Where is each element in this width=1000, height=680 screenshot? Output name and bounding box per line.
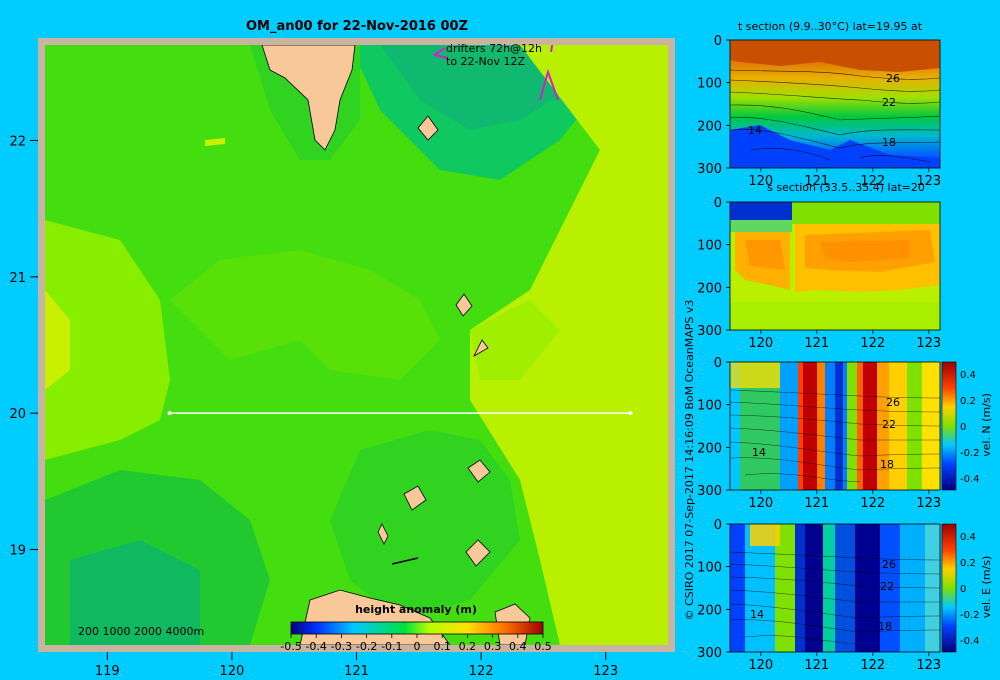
depth-tick-label: 100 bbox=[697, 77, 722, 92]
lat-tick-label: 21 bbox=[9, 271, 26, 286]
lon-tick-label: 123 bbox=[593, 664, 618, 679]
depth-tick-label: 100 bbox=[697, 561, 722, 576]
colorbar-tick-label: 0.4 bbox=[509, 640, 527, 653]
section-lon-tick-label: 121 bbox=[804, 658, 829, 673]
colorbar-tick-label: 0.3 bbox=[484, 640, 502, 653]
colorbar-tick-label: 0.5 bbox=[534, 640, 552, 653]
section-lon-tick-label: 120 bbox=[748, 496, 773, 511]
t-contour-label: 22 bbox=[882, 96, 896, 109]
lat-tick-label: 20 bbox=[9, 407, 26, 422]
colorbar-tick-label: 0 bbox=[414, 640, 421, 653]
depth-tick-label: 100 bbox=[697, 399, 722, 414]
t-section-panel: 26 22 14 18 bbox=[729, 39, 941, 169]
vel-n-colorbar bbox=[941, 361, 957, 491]
depth-tick-label: 0 bbox=[714, 518, 722, 533]
vn-contour-label: 22 bbox=[882, 418, 896, 431]
ve-contour-label: 14 bbox=[750, 608, 764, 621]
vel-tick-label: 0 bbox=[960, 584, 966, 595]
drifters-legend-line1: drifters 72h@12h bbox=[446, 42, 542, 55]
depth-tick-label: 200 bbox=[697, 281, 722, 296]
depth-tick-label: 200 bbox=[697, 603, 722, 618]
depth-tick-label: 300 bbox=[697, 324, 722, 339]
main-lat-axis: 22 21 20 19 bbox=[9, 134, 38, 559]
t-section-title: t section (9.9..30°C) lat=19.95 at bbox=[738, 20, 923, 33]
lon-tick-label: 120 bbox=[219, 664, 244, 679]
t-contour-label: 14 bbox=[748, 124, 762, 137]
main-lon-axis: 119 120 121 122 123 bbox=[95, 652, 618, 679]
section-lon-tick-label: 120 bbox=[748, 336, 773, 351]
section-lon-tick-label: 122 bbox=[860, 658, 885, 673]
lon-tick-label: 119 bbox=[95, 664, 120, 679]
lon-tick-label: 121 bbox=[344, 664, 369, 679]
s-section-title: s section (33.5..35.4) lat=20 bbox=[767, 181, 925, 194]
vel-n-panel: 26 22 14 18 bbox=[729, 361, 957, 491]
vn-contour-label: 14 bbox=[752, 446, 766, 459]
vel-tick-label: -0.2 bbox=[960, 448, 980, 459]
colorbar-tick-label: -0.2 bbox=[356, 640, 377, 653]
depth-tick-label: 0 bbox=[714, 356, 722, 371]
t-contour-label: 18 bbox=[882, 136, 896, 149]
vel-tick-label: 0.2 bbox=[960, 558, 976, 569]
depth-tick-label: 200 bbox=[697, 119, 722, 134]
depth-tick-label: 300 bbox=[697, 484, 722, 499]
vel-tick-label: 0.2 bbox=[960, 396, 976, 407]
section-lon-tick-label: 121 bbox=[804, 496, 829, 511]
section-lon-tick-label: 120 bbox=[748, 658, 773, 673]
colorbar-tick-label: -0.5 bbox=[280, 640, 301, 653]
depth-tick-label: 300 bbox=[697, 646, 722, 661]
s-section-panel bbox=[729, 201, 941, 331]
colorbar-tick-label: -0.1 bbox=[381, 640, 402, 653]
section-lon-tick-label: 120 bbox=[748, 174, 773, 189]
vel-tick-label: 0.4 bbox=[960, 370, 976, 381]
depth-tick-label: 0 bbox=[714, 34, 722, 49]
t-contour-label: 26 bbox=[886, 72, 900, 85]
vn-contour-label: 18 bbox=[880, 458, 894, 471]
section-lon-tick-label: 122 bbox=[860, 174, 885, 189]
ve-contour-label: 26 bbox=[882, 558, 896, 571]
vel-n-label: vel. N (m/s) bbox=[980, 393, 993, 457]
section-lon-tick-label: 123 bbox=[916, 174, 941, 189]
vel-e-panel: 26 22 14 18 bbox=[729, 523, 957, 653]
section-lon-tick-label: 122 bbox=[860, 336, 885, 351]
vel-tick-label: -0.2 bbox=[960, 610, 980, 621]
depth-tick-label: 200 bbox=[697, 441, 722, 456]
depth-tick-label: 0 bbox=[714, 196, 722, 211]
section-lon-tick-label: 121 bbox=[804, 336, 829, 351]
vel-tick-label: 0.4 bbox=[960, 532, 976, 543]
colorbar-tick-label: 0.2 bbox=[459, 640, 477, 653]
section-lon-tick-label: 122 bbox=[860, 496, 885, 511]
vel-e-colorbar bbox=[941, 523, 957, 653]
drifters-legend-line2: to 22-Nov 12Z bbox=[446, 55, 525, 68]
map-field bbox=[45, 45, 668, 645]
section-lon-tick-label: 121 bbox=[804, 174, 829, 189]
vel-tick-label: -0.4 bbox=[960, 636, 980, 647]
depth-tick-label: 300 bbox=[697, 162, 722, 177]
figure-canvas: OM_an00 for 22-Nov-2016 00Z drifters 72h… bbox=[9, 19, 993, 679]
lat-tick-label: 19 bbox=[9, 544, 26, 559]
section-lon-tick-label: 123 bbox=[916, 496, 941, 511]
vel-e-label: vel. E (m/s) bbox=[980, 556, 993, 619]
lon-tick-label: 122 bbox=[469, 664, 494, 679]
vel-tick-label: -0.4 bbox=[960, 474, 980, 485]
credit-text: © CSIRO 2017 07-Sep-2017 14:16:09 BoM Oc… bbox=[683, 300, 696, 621]
colorbar-tick-label: 0.1 bbox=[433, 640, 451, 653]
ve-contour-label: 22 bbox=[880, 580, 894, 593]
colorbar-tick-label: -0.3 bbox=[331, 640, 352, 653]
vn-contour-label: 26 bbox=[886, 396, 900, 409]
colorbar-tick-label: -0.4 bbox=[305, 640, 326, 653]
ve-contour-label: 18 bbox=[878, 620, 892, 633]
vel-tick-label: 0 bbox=[960, 422, 966, 433]
section-lon-tick-label: 123 bbox=[916, 336, 941, 351]
main-map-title: OM_an00 for 22-Nov-2016 00Z bbox=[246, 19, 468, 34]
depth-scale-labels: 200 1000 2000 4000m bbox=[78, 625, 204, 638]
depth-tick-label: 100 bbox=[697, 239, 722, 254]
colorbar-title: height anomaly (m) bbox=[355, 603, 477, 616]
lat-tick-label: 22 bbox=[9, 134, 26, 149]
section-lon-tick-label: 123 bbox=[916, 658, 941, 673]
